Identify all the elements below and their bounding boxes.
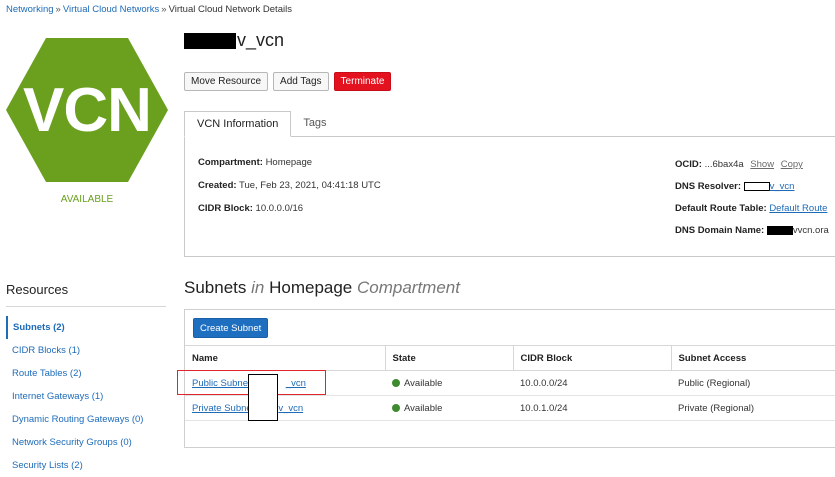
available-status-icon (392, 378, 400, 387)
subnet-name-cell: Public Subnet- _vcn (185, 370, 385, 396)
column-header-access[interactable]: Subnet Access (670, 345, 835, 371)
subnet-state: Available (404, 402, 443, 414)
vcn-info-right: OCID: ...6bax4a Show Copy DNS Resolver: … (675, 159, 829, 247)
ocid-copy-link[interactable]: Copy (781, 159, 803, 170)
resource-item-drgs[interactable]: Dynamic Routing Gateways (0) (6, 408, 166, 431)
subnets-heading: Subnets in Homepage Compartment (184, 278, 460, 298)
dns-domain-label: DNS Domain Name: (675, 225, 765, 236)
route-table-label: Default Route Table: (675, 203, 767, 214)
table-header-row: Name State CIDR Block Subnet Access (185, 345, 835, 371)
vcn-info-left: Compartment: Homepage Created: Tue, Feb … (198, 157, 381, 226)
column-header-state[interactable]: State (384, 345, 513, 371)
subnet-name-prefix: Private Subnet (192, 402, 255, 414)
ocid-label: OCID: (675, 159, 702, 170)
resource-item-subnets[interactable]: Subnets (2) (6, 316, 166, 339)
resource-item-cidr-blocks[interactable]: CIDR Blocks (1) (6, 339, 166, 362)
subnet-name-suffix: _vcn (285, 377, 306, 389)
breadcrumb-vcns[interactable]: Virtual Cloud Networks (63, 4, 159, 15)
created-row: Created: Tue, Feb 23, 2021, 04:41:18 UTC (198, 180, 381, 191)
action-toolbar: Move Resource Add Tags Terminate (184, 72, 392, 91)
resource-item-nsgs[interactable]: Network Security Groups (0) (6, 431, 166, 454)
column-header-cidr[interactable]: CIDR Block (512, 345, 671, 371)
column-header-name[interactable]: Name (185, 345, 385, 371)
create-subnet-button[interactable]: Create Subnet (193, 318, 269, 338)
subnet-name-link[interactable]: Private Subnet v_vcn (192, 403, 303, 414)
page-title: v_vcn (184, 30, 284, 51)
divider (6, 306, 166, 307)
subnet-name-suffix: v_vcn (278, 402, 304, 414)
subnet-state-cell: Available (385, 370, 513, 396)
redacted-block (766, 225, 793, 235)
vcn-information-panel: Compartment: Homepage Created: Tue, Feb … (184, 136, 835, 257)
tab-vcn-information[interactable]: VCN Information (184, 111, 292, 137)
resources-heading: Resources (6, 282, 69, 297)
dns-resolver-link[interactable]: v_vcn (770, 181, 795, 192)
add-tags-button[interactable]: Add Tags (273, 72, 329, 91)
ocid-row: OCID: ...6bax4a Show Copy (675, 159, 829, 170)
resources-menu: Subnets (2) CIDR Blocks (1) Route Tables… (6, 316, 166, 477)
subnet-state: Available (404, 377, 443, 389)
default-route-table-link[interactable]: Default Route (769, 203, 827, 214)
route-table-row: Default Route Table: Default Route (675, 203, 829, 214)
compartment-label: Compartment: (198, 157, 263, 168)
terminate-button[interactable]: Terminate (333, 72, 392, 91)
vcn-hexagon-icon: VCN (6, 38, 168, 182)
compartment-row: Compartment: Homepage (198, 157, 381, 168)
dns-resolver-row: DNS Resolver: v_vcn (675, 181, 829, 192)
subnets-heading-in: in (251, 278, 265, 297)
detail-tabs: VCN Information Tags (184, 111, 339, 137)
resource-item-route-tables[interactable]: Route Tables (2) (6, 362, 166, 385)
redacted-block (743, 181, 770, 191)
table-row: Private Subnet v_vcn Available 10.0.1.0/2… (185, 395, 835, 421)
dns-domain-row: DNS Domain Name: vvcn.ora (675, 225, 829, 236)
subnets-table-container: Create Subnet Name State CIDR Block Subn… (184, 309, 835, 448)
compartment-value: Homepage (265, 157, 313, 168)
subnets-heading-suffix: Compartment (357, 278, 460, 297)
dns-resolver-label: DNS Resolver: (675, 181, 741, 192)
breadcrumb-current: Virtual Cloud Network Details (168, 4, 292, 15)
breadcrumb-separator: » (55, 4, 61, 15)
subnets-table: Name State CIDR Block Subnet Access Publ… (185, 345, 835, 421)
cidr-value: 10.0.0.0/16 (255, 203, 304, 214)
cidr-label: CIDR Block: (198, 203, 253, 214)
vcn-icon-label: VCN (23, 75, 152, 145)
breadcrumb: Networking» Virtual Cloud Networks» Virtua… (6, 4, 292, 15)
ocid-value: ...6bax4a (704, 159, 744, 170)
resource-item-internet-gateways[interactable]: Internet Gateways (1) (6, 385, 166, 408)
subnet-name-cell: Private Subnet v_vcn (185, 395, 385, 421)
subnet-access-cell: Public (Regional) (671, 370, 835, 396)
subnet-cidr-cell: 10.0.0.0/24 (513, 370, 671, 396)
subnet-name-prefix: Public Subnet- (192, 377, 254, 389)
move-resource-button[interactable]: Move Resource (184, 72, 269, 91)
redacted-block (184, 32, 236, 49)
tab-tags[interactable]: Tags (291, 111, 338, 137)
breadcrumb-networking[interactable]: Networking (6, 4, 54, 15)
cidr-row: CIDR Block: 10.0.0.0/16 (198, 203, 381, 214)
lifecycle-status: AVAILABLE (60, 194, 114, 205)
subnet-name-link[interactable]: Public Subnet- _vcn (192, 378, 306, 389)
available-status-icon (392, 403, 400, 412)
subnets-heading-main: Subnets (184, 278, 247, 297)
subnet-cidr-cell: 10.0.1.0/24 (513, 395, 671, 421)
page-title-text: v_vcn (237, 30, 285, 50)
subnet-state-cell: Available (385, 395, 513, 421)
created-value: Tue, Feb 23, 2021, 04:41:18 UTC (239, 180, 381, 191)
table-row: Public Subnet- _vcn Available 10.0.0.0/24… (185, 370, 835, 396)
subnets-heading-compartment: Homepage (269, 278, 353, 297)
dns-domain-value: vvcn.ora (792, 225, 829, 236)
subnet-access-cell: Private (Regional) (671, 395, 835, 421)
resource-item-security-lists[interactable]: Security Lists (2) (6, 454, 166, 477)
ocid-show-link[interactable]: Show (750, 159, 774, 170)
breadcrumb-separator: » (161, 4, 167, 15)
created-label: Created: (198, 180, 237, 191)
